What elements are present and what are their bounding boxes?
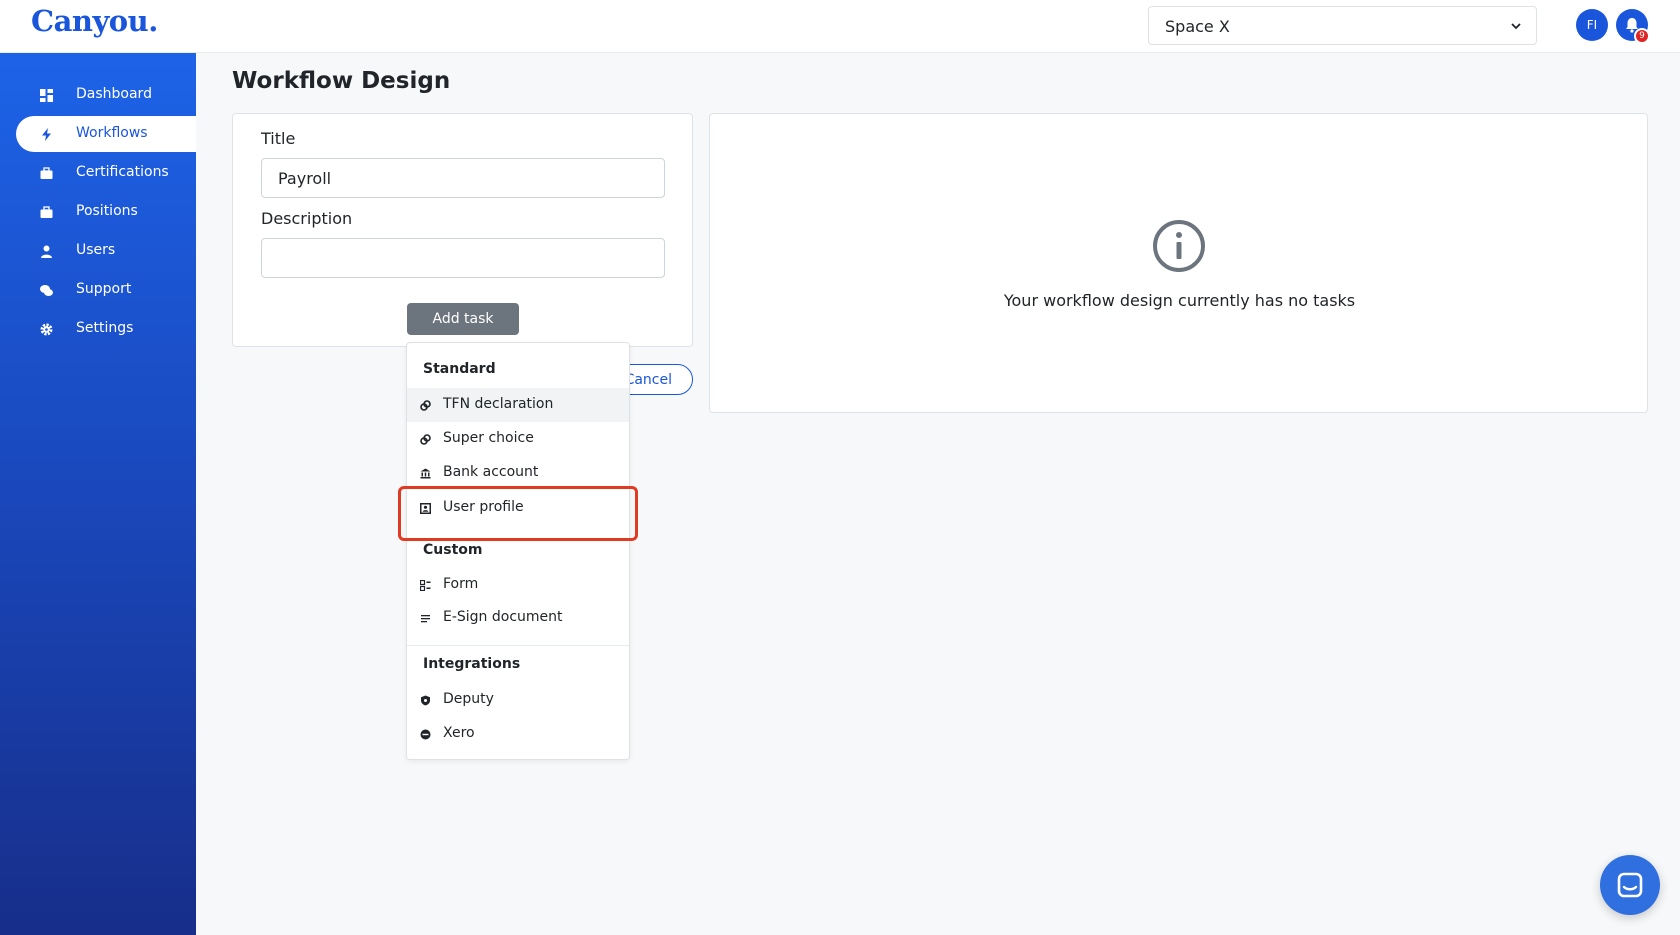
sidebar-item-settings[interactable]: Settings xyxy=(16,311,196,347)
menu-item-deputy[interactable]: Deputy xyxy=(407,683,629,717)
dashboard-icon xyxy=(40,89,53,102)
sidebar-item-label: Certifications xyxy=(76,164,169,180)
avatar[interactable]: FI xyxy=(1576,9,1608,41)
menu-item-label: Super choice xyxy=(443,430,534,446)
menu-item-label: TFN declaration xyxy=(443,396,554,412)
notification-count-badge: 9 xyxy=(1634,28,1650,44)
menu-item-label: Form xyxy=(443,576,479,592)
sidebar-item-label: Workflows xyxy=(76,125,148,141)
sidebar-item-users[interactable]: Users xyxy=(16,233,196,269)
title-label: Title xyxy=(261,129,296,148)
chat-icon xyxy=(1617,872,1643,898)
sidebar-item-label: Dashboard xyxy=(76,86,152,102)
menu-item-label: Bank account xyxy=(443,464,539,480)
space-select[interactable]: Space X xyxy=(1148,6,1537,45)
chevron-down-icon xyxy=(1511,23,1521,30)
space-select-value: Space X xyxy=(1165,17,1230,36)
chat-launcher-button[interactable] xyxy=(1600,855,1660,915)
menu-item-label: Xero xyxy=(443,725,475,741)
sidebar-item-support[interactable]: Support xyxy=(16,272,196,308)
link-icon xyxy=(420,400,431,411)
workflow-form-card: Title Description Add task xyxy=(232,113,693,347)
menu-item-e-sign-document[interactable]: E-Sign document xyxy=(407,601,629,635)
sidebar-item-dashboard[interactable]: Dashboard xyxy=(16,77,196,113)
menu-item-form[interactable]: Form xyxy=(407,568,629,602)
add-task-button[interactable]: Add task xyxy=(407,303,519,335)
sidebar-item-positions[interactable]: Positions xyxy=(16,194,196,230)
sidebar-item-label: Support xyxy=(76,281,132,297)
bank-icon xyxy=(420,468,431,479)
menu-item-bank-account[interactable]: Bank account xyxy=(407,456,629,490)
sidebar: Dashboard Workflows Certifications Posit… xyxy=(0,53,196,935)
info-icon xyxy=(1153,220,1205,272)
briefcase-icon xyxy=(40,167,53,179)
add-task-dropdown: Standard TFN declaration Super choice Ba… xyxy=(406,342,630,760)
gear-icon xyxy=(40,323,53,336)
page-title: Workflow Design xyxy=(232,68,451,94)
sidebar-item-label: Users xyxy=(76,242,116,258)
dropdown-header-integrations: Integrations xyxy=(423,656,521,672)
briefcase-icon xyxy=(40,206,53,218)
empty-state-message: Your workflow design currently has no ta… xyxy=(1003,291,1356,310)
sidebar-item-label: Settings xyxy=(76,320,134,336)
form-icon xyxy=(420,580,431,591)
link-icon xyxy=(420,434,431,445)
title-input[interactable] xyxy=(261,158,665,198)
document-icon xyxy=(421,615,430,623)
menu-item-label: Deputy xyxy=(443,691,494,707)
user-profile-highlight xyxy=(398,486,638,541)
description-label: Description xyxy=(261,209,353,228)
workflow-tasks-panel: Your workflow design currently has no ta… xyxy=(709,113,1648,413)
menu-item-super-choice[interactable]: Super choice xyxy=(407,422,629,456)
xero-icon xyxy=(420,729,431,740)
bolt-icon xyxy=(42,128,51,141)
dropdown-header-custom: Custom xyxy=(423,542,483,558)
sidebar-item-workflows[interactable]: Workflows xyxy=(16,116,196,152)
menu-item-tfn-declaration[interactable]: TFN declaration xyxy=(407,388,629,422)
shield-icon xyxy=(421,695,430,706)
dropdown-divider xyxy=(407,645,629,646)
menu-item-xero[interactable]: Xero xyxy=(407,717,629,751)
dropdown-header-standard: Standard xyxy=(423,361,496,377)
user-icon xyxy=(41,245,52,258)
sidebar-item-label: Positions xyxy=(76,203,138,219)
sidebar-item-certifications[interactable]: Certifications xyxy=(16,155,196,191)
menu-item-label: E-Sign document xyxy=(443,609,563,625)
app-logo[interactable]: Canyou. xyxy=(31,4,158,38)
top-bar: Canyou. Space X FI 9 xyxy=(0,0,1680,53)
description-input[interactable] xyxy=(261,238,665,278)
chat-icon xyxy=(40,285,53,296)
